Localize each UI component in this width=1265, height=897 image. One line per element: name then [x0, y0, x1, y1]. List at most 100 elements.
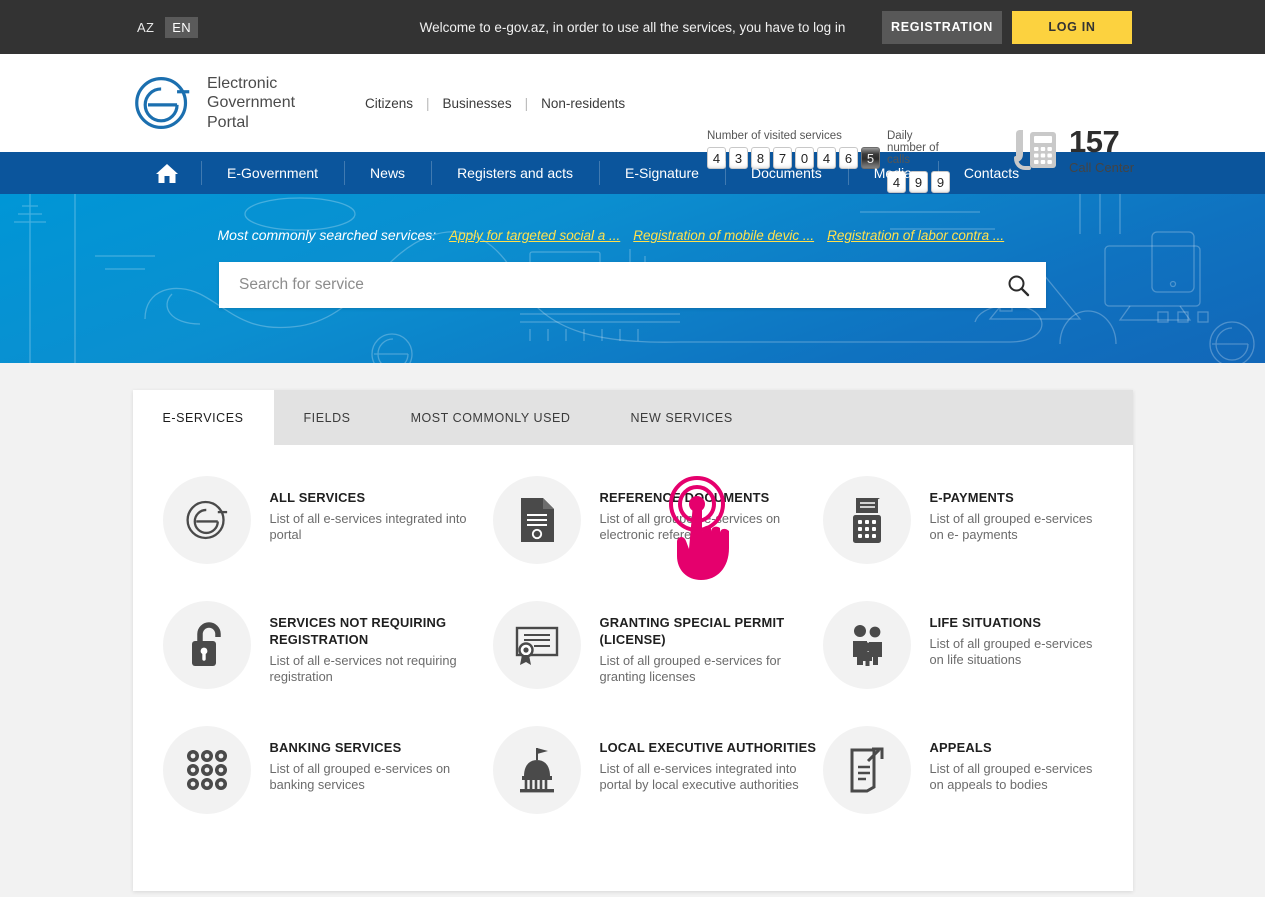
tab-new-services[interactable]: NEW SERVICES	[600, 390, 762, 445]
family-icon	[852, 625, 882, 666]
service-card-local-executive-authorities[interactable]: LOCAL EXECUTIVE AUTHORITIES List of all …	[492, 726, 823, 851]
audience-link-non-residents[interactable]: Non-residents	[541, 96, 625, 111]
card-title: SERVICES NOT REQUIRING REGISTRATION	[269, 615, 447, 647]
audience-separator-1: |	[426, 95, 430, 111]
services-tabs: E-SERVICES FIELDS MOST COMMONLY USED NEW…	[132, 390, 1133, 445]
service-card-granting-special-permit[interactable]: GRANTING SPECIAL PERMIT (LICENSE) List o…	[492, 601, 823, 726]
card-description: List of all grouped e-services on e- pay…	[929, 510, 1093, 543]
main-content: E-SERVICES FIELDS MOST COMMONLY USED NEW…	[0, 390, 1265, 891]
card-icon-wrapper	[492, 726, 581, 814]
nav-item-contacts[interactable]: Contacts	[937, 152, 1045, 194]
call-center-caption: Call Center	[1069, 160, 1135, 175]
card-description: List of all e-services not requiring reg…	[269, 652, 457, 684]
site-logo[interactable]: Electronic Government Portal	[133, 73, 295, 133]
card-icon-wrapper	[492, 601, 581, 689]
service-card-banking-services[interactable]: BANKING SERVICES List of all grouped e-s…	[162, 726, 493, 851]
tab-e-services[interactable]: E-SERVICES	[132, 390, 274, 445]
card-title: ALL SERVICES	[269, 490, 366, 505]
card-body: GRANTING SPECIAL PERMIT (LICENSE) List o…	[600, 601, 823, 726]
card-title: REFERENCE DOCUMENTS	[599, 490, 770, 505]
card-body: BANKING SERVICES List of all grouped e-s…	[270, 726, 493, 851]
popular-searches: Most commonly searched services: Apply f…	[218, 227, 1133, 243]
logo-wordmark: Electronic Government Portal	[207, 74, 295, 133]
nav-item-home[interactable]	[133, 152, 201, 194]
service-card-life-situations[interactable]: LIFE SITUATIONS List of all grouped e-se…	[822, 601, 1105, 726]
capitol-building-icon	[519, 748, 554, 793]
card-description: List of all grouped e-services on appeal…	[929, 760, 1093, 793]
visited-services-label: Number of visited services	[707, 130, 842, 142]
popular-search-link-3[interactable]: Registration of labor contra ...	[827, 228, 1004, 243]
service-card-reference-documents[interactable]: REFERENCE DOCUMENTS List of all grouped …	[492, 476, 823, 601]
card-body: REFERENCE DOCUMENTS List of all grouped …	[600, 476, 823, 601]
popular-search-link-1[interactable]: Apply for targeted social a ...	[449, 228, 620, 243]
service-card-e-payments[interactable]: E-PAYMENTS List of all grouped e-service…	[822, 476, 1105, 601]
service-card-services-not-requiring-registration[interactable]: SERVICES NOT REQUIRING REGISTRATION List…	[162, 601, 493, 726]
card-body: APPEALS List of all grouped e-services o…	[930, 726, 1105, 851]
logo-line-3: Portal	[207, 113, 249, 131]
card-icon-wrapper	[822, 601, 911, 689]
hero-content: Most commonly searched services: Apply f…	[133, 194, 1133, 308]
nav-item-news[interactable]: News	[344, 152, 431, 194]
site-header: Electronic Government Portal Citizens | …	[0, 54, 1265, 193]
card-body: ALL SERVICES List of all e-services inte…	[270, 476, 493, 601]
registration-button[interactable]: REGISTRATION	[882, 10, 1002, 44]
audience-link-businesses[interactable]: Businesses	[443, 96, 512, 111]
audience-link-citizens[interactable]: Citizens	[365, 96, 413, 111]
card-icon-wrapper	[492, 476, 581, 564]
service-cards-grid: ALL SERVICES List of all e-services inte…	[133, 445, 1133, 891]
card-description: List of all e-services integrated into p…	[599, 760, 799, 793]
nav-item-e-government[interactable]: E-Government	[201, 152, 344, 194]
hero-search-section: Most commonly searched services: Apply f…	[0, 194, 1265, 363]
logo-line-1: Electronic	[207, 74, 278, 92]
card-body: LIFE SITUATIONS List of all grouped e-se…	[930, 601, 1105, 726]
card-title: E-PAYMENTS	[929, 490, 1014, 505]
card-title: GRANTING SPECIAL PERMIT (LICENSE)	[599, 615, 785, 647]
language-option-az[interactable]: AZ	[130, 17, 161, 38]
nav-item-registers-and-acts[interactable]: Registers and acts	[431, 152, 599, 194]
e-gov-logo-icon	[135, 77, 190, 129]
card-icon-wrapper	[822, 476, 911, 564]
tab-fields[interactable]: FIELDS	[274, 390, 381, 445]
service-card-appeals[interactable]: APPEALS List of all grouped e-services o…	[822, 726, 1105, 851]
nav-item-documents[interactable]: Documents	[724, 152, 848, 194]
payment-terminal-icon	[852, 498, 881, 543]
e-portal-icon	[185, 500, 227, 540]
service-card-all-services[interactable]: ALL SERVICES List of all e-services inte…	[162, 476, 493, 601]
certificate-icon	[515, 626, 558, 665]
card-body: E-PAYMENTS List of all grouped e-service…	[930, 476, 1105, 601]
account-actions: REGISTRATION LOG IN	[882, 10, 1132, 44]
card-title: LOCAL EXECUTIVE AUTHORITIES	[599, 740, 817, 755]
appeal-document-icon	[850, 747, 883, 793]
card-title: APPEALS	[929, 740, 992, 755]
card-description: List of all grouped e-services on bankin…	[269, 760, 451, 793]
card-body: LOCAL EXECUTIVE AUTHORITIES List of all …	[600, 726, 823, 851]
top-utility-bar: AZ EN Welcome to e-gov.az, in order to u…	[0, 0, 1265, 54]
tab-most-commonly-used[interactable]: MOST COMMONLY USED	[381, 390, 601, 445]
card-icon-wrapper	[162, 476, 251, 564]
popular-searches-label: Most commonly searched services:	[217, 227, 437, 243]
open-padlock-icon	[191, 622, 221, 666]
language-switcher: AZ EN	[130, 16, 198, 38]
document-icon	[520, 498, 554, 542]
search-icon[interactable]	[1006, 273, 1030, 297]
audience-separator-2: |	[524, 95, 529, 111]
card-icon-wrapper	[162, 726, 251, 814]
card-icon-wrapper	[162, 601, 251, 689]
card-body: SERVICES NOT REQUIRING REGISTRATION List…	[270, 601, 493, 726]
nav-item-e-signature[interactable]: E-Signature	[599, 152, 725, 194]
grid-dots-icon	[186, 750, 227, 790]
call-center-number: 157	[1069, 124, 1120, 159]
logo-line-2: Government	[207, 94, 296, 112]
popular-search-link-2[interactable]: Registration of mobile devic ...	[633, 228, 814, 243]
card-icon-wrapper	[822, 726, 911, 814]
home-icon	[156, 163, 178, 183]
card-description: List of all grouped e-services for grant…	[599, 652, 781, 684]
login-button[interactable]: LOG IN	[1012, 10, 1132, 44]
service-search-box[interactable]	[219, 262, 1046, 308]
card-description: List of all grouped e-services on life s…	[929, 635, 1093, 668]
card-title: LIFE SITUATIONS	[929, 615, 1042, 630]
nav-item-media[interactable]: Media	[847, 152, 938, 194]
card-title: BANKING SERVICES	[269, 740, 402, 755]
search-input[interactable]	[239, 276, 1006, 294]
language-option-en[interactable]: EN	[165, 16, 198, 38]
